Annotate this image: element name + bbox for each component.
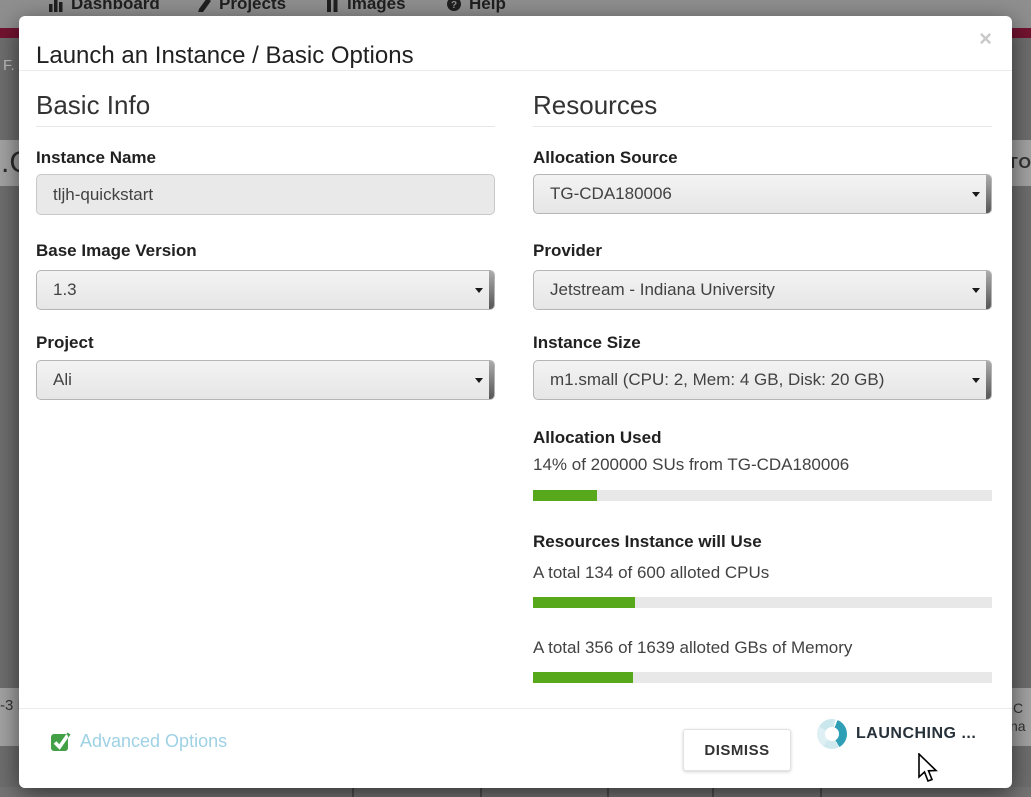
select-value: Ali [53,361,72,399]
allocation-source-label: Allocation Source [533,148,678,168]
progress-fill [533,597,635,608]
instance-size-select[interactable]: m1.small (CPU: 2, Mem: 4 GB, Disk: 20 GB… [533,360,992,400]
screen: Dashboard Projects Images ? Help F. .C [0,0,1031,797]
instance-usage-heading: Resources Instance will Use [533,532,762,552]
nav-item-label: Help [469,0,506,14]
select-value: Jetstream - Indiana University [550,271,775,309]
allocation-used-progress [533,490,992,501]
select-value: m1.small (CPU: 2, Mem: 4 GB, Disk: 20 GB… [550,361,884,399]
background-text-fragment: C [1013,700,1023,716]
instance-size-label: Instance Size [533,333,641,353]
nav-item-label: Images [347,0,406,14]
chevron-down-icon [972,288,980,293]
modal-footer: Advanced Options DISMISS [19,708,1012,789]
background-text-fragment: na [1010,718,1026,734]
select-ridge [489,271,494,309]
check-square-icon [51,732,71,751]
help-icon: ? [446,0,462,12]
base-image-version-label: Base Image Version [36,241,197,261]
pencil-icon [196,0,212,12]
allocation-used-heading: Allocation Used [533,428,661,448]
progress-fill [533,490,597,501]
select-ridge [489,361,494,399]
launch-instance-modal: Launch an Instance / Basic Options × Bas… [19,16,1012,788]
memory-usage-progress [533,672,992,683]
nav-item-label: Projects [219,0,286,14]
advanced-options-label: Advanced Options [80,731,227,752]
select-ridge [986,175,991,213]
select-ridge [986,361,991,399]
loading-spinner-icon [817,719,847,749]
images-icon [324,0,340,12]
select-ridge [986,271,991,309]
bar-chart-icon [48,0,64,12]
project-select[interactable]: Ali [36,360,495,400]
modal-title: Launch an Instance / Basic Options [36,43,414,69]
chevron-down-icon [972,378,980,383]
base-image-version-select[interactable]: 1.3 [36,270,495,310]
header-divider [19,70,1012,71]
chevron-down-icon [972,192,980,197]
instance-name-label: Instance Name [36,148,156,168]
background-text-fragment: F. [3,57,15,74]
chevron-down-icon [475,378,483,383]
allocation-used-text: 14% of 200000 SUs from TG-CDA180006 [533,455,849,475]
progress-fill [533,672,633,683]
basic-info-heading: Basic Info [36,92,495,127]
select-value: TG-CDA180006 [550,175,672,213]
mouse-cursor [917,753,941,785]
provider-select[interactable]: Jetstream - Indiana University [533,270,992,310]
dismiss-button[interactable]: DISMISS [683,729,791,771]
chevron-down-icon [475,288,483,293]
cpu-usage-progress [533,597,992,608]
memory-usage-text: A total 356 of 1639 alloted GBs of Memor… [533,638,852,658]
project-label: Project [36,333,94,353]
cpu-usage-text: A total 134 of 600 alloted CPUs [533,563,769,583]
close-icon[interactable]: × [979,28,992,50]
resources-heading: Resources [533,92,992,127]
allocation-source-select[interactable]: TG-CDA180006 [533,174,992,214]
advanced-options-link[interactable]: Advanced Options [51,731,227,752]
svg-text:?: ? [451,0,457,11]
select-value: 1.3 [53,271,77,309]
provider-label: Provider [533,241,602,261]
launching-status-label: LAUNCHING ... [856,726,976,742]
instance-name-input[interactable] [36,174,495,215]
nav-item-label: Dashboard [71,0,160,14]
